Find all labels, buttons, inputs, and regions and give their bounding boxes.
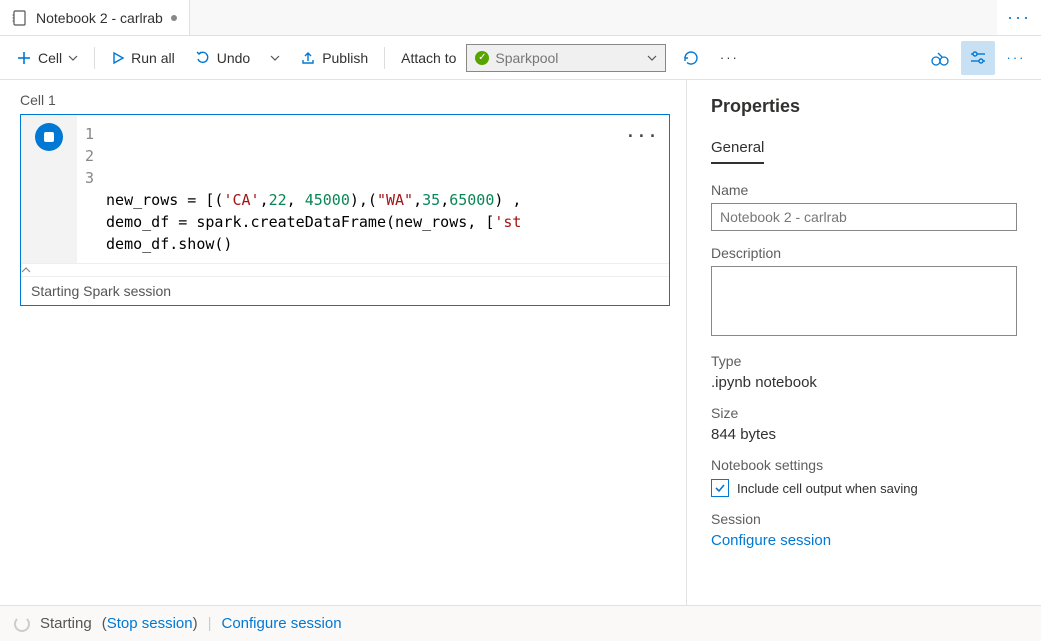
undo-label: Undo	[217, 50, 250, 66]
ellipsis-icon: ···	[1007, 50, 1026, 65]
size-label: Size	[711, 405, 1017, 421]
notebook-icon	[12, 10, 28, 26]
toolbar-right: ···	[923, 41, 1033, 75]
spark-pool-dropdown[interactable]: ✓ Sparkpool	[466, 44, 666, 72]
properties-tabs: General	[711, 133, 1017, 164]
undo-button[interactable]: Undo	[187, 46, 258, 70]
ellipsis-icon: ···	[1007, 7, 1031, 28]
editor-column: Cell 1 123 ··· new_rows = [('CA',22, 450…	[0, 80, 686, 605]
tab-general[interactable]: General	[711, 133, 764, 164]
run-all-button[interactable]: Run all	[103, 46, 183, 70]
publish-button[interactable]: Publish	[292, 46, 376, 70]
properties-title: Properties	[711, 96, 1017, 117]
cell-status: Starting Spark session	[21, 276, 669, 305]
cell-more-button[interactable]: ···	[626, 125, 659, 147]
toolbar-more-button[interactable]: ···	[712, 41, 746, 75]
publish-label: Publish	[322, 50, 368, 66]
tab-overflow-button[interactable]: ···	[997, 0, 1041, 35]
status-ok-icon: ✓	[475, 51, 489, 65]
cell-gutter	[21, 115, 77, 263]
page-more-button[interactable]: ···	[999, 41, 1033, 75]
status-state: Starting	[40, 615, 92, 632]
play-icon	[111, 51, 125, 65]
settings-sliders-icon	[969, 49, 987, 67]
document-tabbar: Notebook 2 - carlrab ···	[0, 0, 1041, 36]
tab-title: Notebook 2 - carlrab	[36, 10, 163, 26]
configure-session-link[interactable]: Configure session	[711, 532, 1017, 549]
stop-session-link[interactable]: Stop session	[107, 615, 193, 632]
run-all-label: Run all	[131, 50, 175, 66]
variables-icon	[930, 49, 950, 67]
undo-dropdown[interactable]	[262, 49, 288, 67]
stop-icon	[44, 132, 54, 142]
name-label: Name	[711, 182, 1017, 198]
type-value: .ipynb notebook	[711, 374, 1017, 391]
chevron-down-icon	[270, 53, 280, 63]
tabbar-spacer	[190, 0, 997, 36]
toolbar: Cell Run all Undo Publish Attach to ✓ Sp…	[0, 36, 1041, 80]
description-input[interactable]	[711, 266, 1017, 336]
notebook-settings-label: Notebook settings	[711, 457, 1017, 473]
chevron-down-icon	[647, 53, 657, 63]
cell-label: Cell	[38, 50, 62, 66]
cell-collapse-handle[interactable]	[21, 263, 669, 276]
plus-icon	[16, 50, 32, 66]
code-cell[interactable]: 123 ··· new_rows = [('CA',22, 45000),("W…	[20, 114, 670, 306]
add-cell-button[interactable]: Cell	[8, 46, 86, 70]
stop-cell-button[interactable]	[35, 123, 63, 151]
main-area: Cell 1 123 ··· new_rows = [('CA',22, 450…	[0, 80, 1041, 605]
spinner-icon	[14, 616, 30, 632]
checkbox-checked-icon	[711, 479, 729, 497]
description-label: Description	[711, 245, 1017, 261]
size-value: 844 bytes	[711, 426, 1017, 443]
properties-toggle-button[interactable]	[961, 41, 995, 75]
refresh-icon	[682, 49, 700, 67]
cell-header: Cell 1	[20, 92, 670, 108]
notebook-tab[interactable]: Notebook 2 - carlrab	[0, 0, 190, 35]
ellipsis-icon: ···	[720, 50, 739, 65]
status-stop-session: (Stop session)	[102, 615, 198, 632]
code-editor[interactable]: ··· new_rows = [('CA',22, 45000),("WA",3…	[106, 115, 669, 263]
status-configure-session-link[interactable]: Configure session	[222, 615, 342, 632]
line-numbers: 123	[77, 115, 106, 263]
chevron-up-icon	[21, 266, 31, 274]
include-output-checkbox[interactable]: Include cell output when saving	[711, 479, 1017, 497]
attach-to-label: Attach to	[393, 50, 462, 66]
type-label: Type	[711, 353, 1017, 369]
publish-icon	[300, 50, 316, 66]
include-output-label: Include cell output when saving	[737, 481, 918, 496]
session-label: Session	[711, 511, 1017, 527]
refresh-button[interactable]	[674, 41, 708, 75]
variables-button[interactable]	[923, 41, 957, 75]
name-input[interactable]	[711, 203, 1017, 231]
chevron-down-icon	[68, 53, 78, 63]
properties-panel: Properties General Name Description Type…	[686, 80, 1041, 605]
undo-icon	[195, 50, 211, 66]
dirty-indicator-icon	[171, 15, 177, 21]
status-bar: Starting (Stop session) | Configure sess…	[0, 605, 1041, 641]
pool-name: Sparkpool	[495, 50, 641, 66]
